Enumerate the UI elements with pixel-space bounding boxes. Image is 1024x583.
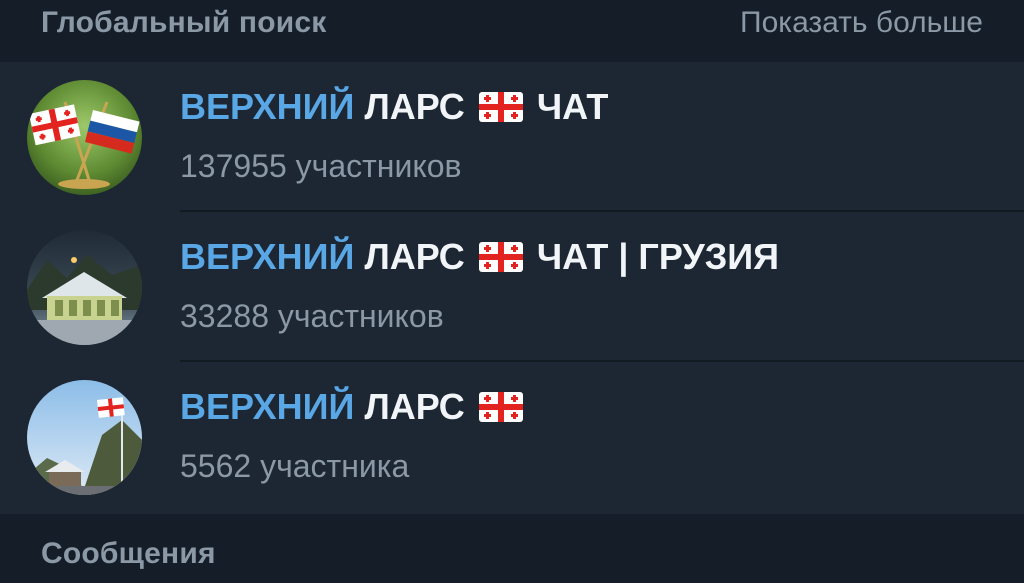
section-title-global-search: Глобальный поиск (41, 6, 327, 39)
chat-avatar (27, 230, 142, 345)
chat-avatar (27, 80, 142, 195)
chat-title: ВЕРХНИЙ ЛАРС (180, 386, 527, 428)
member-count: 33288 участников (180, 298, 444, 334)
georgia-flag-icon (478, 239, 523, 272)
search-result-row[interactable]: ВЕРХНИЙ ЛАРС (0, 212, 1024, 362)
member-count: 137955 участников (180, 148, 462, 184)
global-search-panel: Глобальный поиск Показать больше ВЕРХНИЙ… (0, 0, 1024, 583)
show-more-button[interactable]: Показать больше (740, 6, 983, 40)
search-result-row[interactable]: ВЕРХНИЙ ЛАРС (0, 362, 1024, 512)
chat-title-text: ЛАРС (364, 236, 465, 277)
chat-title: ВЕРХНИЙ ЛАРС (180, 236, 779, 278)
chat-title-suffix: ЧАТ | ГРУЗИЯ (536, 236, 780, 277)
global-search-header: Глобальный поиск Показать больше (0, 0, 1024, 62)
georgia-flag-icon (478, 89, 523, 122)
search-results-list: ВЕРХНИЙ ЛАРС ЧАТ 137955 участников ВЕРХН… (0, 62, 1024, 514)
chat-title-text: ЛАРС (364, 86, 465, 127)
border-checkpoint-avatar-image (27, 230, 142, 345)
search-match-highlight: ВЕРХНИЙ (180, 86, 355, 127)
chat-avatar (27, 380, 142, 495)
chat-title: ВЕРХНИЙ ЛАРС (180, 86, 608, 128)
search-result-row[interactable]: ВЕРХНИЙ ЛАРС (0, 62, 1024, 212)
crossed-flags-avatar-image (27, 80, 142, 195)
search-match-highlight: ВЕРХНИЙ (180, 386, 355, 427)
chat-title-suffix: ЧАТ (536, 86, 609, 127)
search-match-highlight: ВЕРХНИЙ (180, 236, 355, 277)
georgia-flag-icon (478, 389, 523, 422)
messages-section-header: Сообщения (0, 514, 1024, 583)
section-title-messages: Сообщения (41, 537, 216, 570)
mountain-flag-avatar-image (27, 380, 142, 495)
chat-title-text: ЛАРС (364, 386, 465, 427)
member-count: 5562 участника (180, 448, 410, 484)
